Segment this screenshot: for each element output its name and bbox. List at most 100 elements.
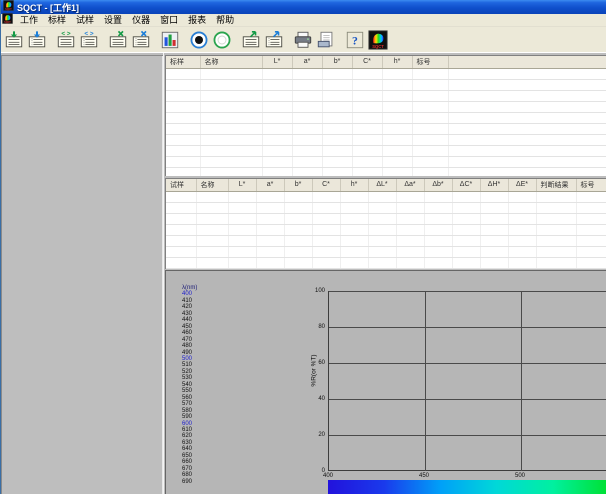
table-row[interactable] bbox=[166, 213, 606, 224]
y-tick-label: 100 bbox=[305, 288, 325, 294]
menu-item-sample[interactable]: 试样 bbox=[71, 14, 99, 27]
delete-standard-icon bbox=[108, 29, 128, 51]
data-area: 标样名称L*a*b*C*h*标号 试样名称L*a*b*C*h*ΔL*Δa*Δb*… bbox=[163, 53, 606, 494]
measure-sample-icon bbox=[212, 29, 232, 51]
help-button[interactable]: ? bbox=[344, 29, 366, 51]
table-row[interactable] bbox=[166, 202, 606, 213]
help-icon: ? bbox=[345, 29, 365, 51]
menu-item-standard[interactable]: 标样 bbox=[43, 14, 71, 27]
print-preview-button[interactable] bbox=[315, 29, 337, 51]
column-header[interactable]: a* bbox=[256, 179, 284, 191]
delete-sample-button[interactable] bbox=[130, 29, 152, 51]
column-header[interactable]: C* bbox=[352, 56, 382, 68]
column-header[interactable]: Δb* bbox=[424, 179, 452, 191]
spectral-chart bbox=[328, 291, 606, 471]
sqct-logo-icon: SQCT bbox=[368, 29, 388, 51]
table-row[interactable] bbox=[166, 145, 606, 156]
navigation-panel bbox=[1, 55, 163, 494]
window-title: SQCT - [工作1] bbox=[17, 1, 79, 14]
svg-text:< >: < > bbox=[61, 30, 70, 37]
column-header[interactable]: 标号 bbox=[412, 56, 448, 68]
add-sample-button[interactable] bbox=[26, 29, 48, 51]
color-bars-icon bbox=[160, 29, 180, 51]
table-row[interactable] bbox=[166, 235, 606, 246]
svg-text:SQCT: SQCT bbox=[4, 22, 11, 24]
column-header[interactable]: a* bbox=[292, 56, 322, 68]
application-window: SQCT SQCT - [工作1] SQCT 工作标样试样设置仪器窗口报表帮助 … bbox=[0, 0, 606, 494]
delete-standard-button[interactable] bbox=[107, 29, 129, 51]
column-header[interactable]: L* bbox=[228, 179, 256, 191]
edit-standard-icon: < > bbox=[56, 29, 76, 51]
edit-sample-button[interactable]: < > bbox=[78, 29, 100, 51]
add-standard-button[interactable] bbox=[3, 29, 25, 51]
print-preview-icon bbox=[316, 29, 336, 51]
column-header[interactable]: L* bbox=[262, 56, 292, 68]
table-row[interactable] bbox=[166, 123, 606, 134]
table-row[interactable] bbox=[166, 134, 606, 145]
wavelength-list: λ(nm)40041042043044045046047048049050051… bbox=[182, 285, 197, 485]
column-header[interactable]: ΔH* bbox=[480, 179, 508, 191]
column-header[interactable]: 名称 bbox=[196, 179, 228, 191]
measure-standard-button[interactable] bbox=[188, 29, 210, 51]
column-header[interactable]: b* bbox=[322, 56, 352, 68]
column-header[interactable]: h* bbox=[382, 56, 412, 68]
y-tick-label: 20 bbox=[305, 432, 325, 438]
menu-item-settings[interactable]: 设置 bbox=[99, 14, 127, 27]
column-header[interactable]: 试样 bbox=[166, 179, 196, 191]
column-header[interactable]: 标号 bbox=[576, 179, 606, 191]
table-row[interactable] bbox=[166, 257, 606, 268]
add-sample-icon bbox=[27, 29, 47, 51]
column-header[interactable]: ΔE* bbox=[508, 179, 536, 191]
svg-text:< >: < > bbox=[84, 30, 93, 37]
title-bar: SQCT SQCT - [工作1] bbox=[1, 0, 606, 14]
column-header[interactable]: ΔL* bbox=[368, 179, 396, 191]
menu-item-help[interactable]: 帮助 bbox=[211, 14, 239, 27]
print-icon bbox=[293, 29, 313, 51]
menu-item-window[interactable]: 窗口 bbox=[155, 14, 183, 27]
column-header[interactable]: 判断结果 bbox=[536, 179, 576, 191]
edit-sample-icon: < > bbox=[79, 29, 99, 51]
table-row[interactable] bbox=[166, 246, 606, 257]
export-sample-button[interactable] bbox=[263, 29, 285, 51]
table-row[interactable] bbox=[166, 101, 606, 112]
export-standard-button[interactable] bbox=[240, 29, 262, 51]
add-standard-icon bbox=[4, 29, 24, 51]
menu-item-report[interactable]: 报表 bbox=[183, 14, 211, 27]
x-tick-label: 450 bbox=[419, 473, 429, 479]
table-row[interactable] bbox=[166, 191, 606, 202]
column-header[interactable]: ΔC* bbox=[452, 179, 480, 191]
table-row[interactable] bbox=[166, 79, 606, 90]
menu-bar: SQCT 工作标样试样设置仪器窗口报表帮助 bbox=[1, 14, 606, 27]
spectral-panel: λ(nm)40041042043044045046047048049050051… bbox=[165, 270, 606, 494]
menu-item-work[interactable]: 工作 bbox=[15, 14, 43, 27]
color-bars-button[interactable] bbox=[159, 29, 181, 51]
y-tick-label: 80 bbox=[305, 324, 325, 330]
column-header[interactable]: Δa* bbox=[396, 179, 424, 191]
column-header[interactable]: h* bbox=[340, 179, 368, 191]
wavelength-gradient-bar bbox=[328, 480, 606, 494]
samples-table: 试样名称L*a*b*C*h*ΔL*Δa*Δb*ΔC*ΔH*ΔE*判断结果标号 bbox=[165, 178, 606, 269]
column-header[interactable]: b* bbox=[284, 179, 312, 191]
export-standard-icon bbox=[241, 29, 261, 51]
toolbar: < > < > bbox=[1, 27, 606, 53]
x-tick-label: 500 bbox=[515, 473, 525, 479]
y-tick-label: 40 bbox=[305, 396, 325, 402]
workspace: 标样名称L*a*b*C*h*标号 试样名称L*a*b*C*h*ΔL*Δa*Δb*… bbox=[1, 53, 606, 494]
column-header[interactable]: 名称 bbox=[200, 56, 262, 68]
menu-item-instrument[interactable]: 仪器 bbox=[127, 14, 155, 27]
table-row[interactable] bbox=[166, 68, 606, 79]
table-row[interactable] bbox=[166, 167, 606, 176]
table-row[interactable] bbox=[166, 224, 606, 235]
column-header[interactable]: C* bbox=[312, 179, 340, 191]
measure-sample-button[interactable] bbox=[211, 29, 233, 51]
table-row[interactable] bbox=[166, 90, 606, 101]
table-row[interactable] bbox=[166, 156, 606, 167]
wavelength-item[interactable]: 690 bbox=[182, 479, 197, 485]
export-sample-icon bbox=[264, 29, 284, 51]
delete-sample-icon bbox=[131, 29, 151, 51]
column-header[interactable]: 标样 bbox=[166, 56, 200, 68]
sqct-logo-button[interactable]: SQCT bbox=[367, 29, 389, 51]
print-button[interactable] bbox=[292, 29, 314, 51]
edit-standard-button[interactable]: < > bbox=[55, 29, 77, 51]
table-row[interactable] bbox=[166, 112, 606, 123]
